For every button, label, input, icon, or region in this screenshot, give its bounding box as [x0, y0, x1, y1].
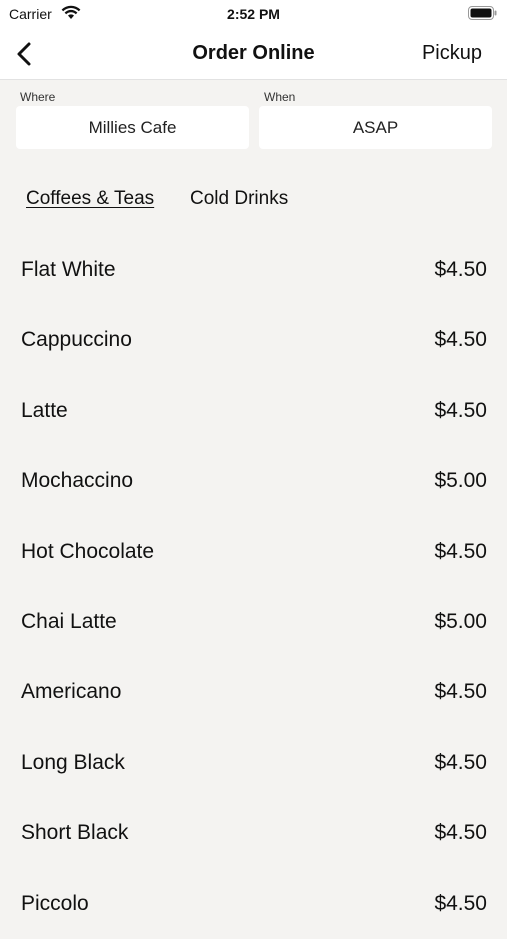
- tab-coffees-teas[interactable]: Coffees & Teas: [26, 188, 154, 210]
- menu-item[interactable]: Mochaccino $5.00: [0, 446, 507, 516]
- menu-item-name: Latte: [21, 398, 68, 422]
- menu-item-name: Hot Chocolate: [21, 539, 155, 563]
- menu-item-price: $4.50: [434, 891, 487, 915]
- menu-item[interactable]: Flat White $4.50: [0, 235, 507, 305]
- menu-item[interactable]: Cappuccino $4.50: [0, 305, 507, 375]
- menu-item-price: $4.50: [434, 680, 487, 704]
- menu-item-price: $4.50: [434, 750, 487, 774]
- when-label: When: [264, 90, 296, 104]
- menu-item-price: $4.50: [434, 328, 487, 352]
- menu-item-name: Flat White: [21, 258, 116, 281]
- tab-cold-drinks[interactable]: Cold Drinks: [190, 188, 288, 210]
- menu-item[interactable]: Chai Latte $5.00: [0, 587, 507, 657]
- menu-list: Flat White $4.50 Cappuccino $4.50 Latte …: [0, 235, 507, 939]
- pickup-button[interactable]: Pickup: [422, 42, 482, 65]
- when-field[interactable]: ASAP: [259, 106, 492, 149]
- where-field[interactable]: Millies Cafe: [16, 106, 249, 149]
- menu-item-name: Cappuccino: [21, 328, 132, 352]
- status-bar: Carrier 2:52 PM: [0, 0, 507, 28]
- menu-item[interactable]: Latte $4.50: [0, 376, 507, 446]
- menu-item-price: $5.00: [434, 469, 487, 493]
- menu-item-name: Piccolo: [21, 891, 89, 915]
- menu-item[interactable]: Americano $4.50: [0, 657, 507, 727]
- menu-item-price: $4.50: [434, 258, 487, 281]
- menu-item-price: $5.00: [434, 609, 487, 633]
- battery-icon: [468, 6, 498, 25]
- menu-item-name: Chai Latte: [21, 609, 117, 633]
- menu-item-price: $4.50: [434, 398, 487, 422]
- status-time: 2:52 PM: [227, 6, 280, 22]
- menu-item-name: Mochaccino: [21, 469, 134, 493]
- menu-item[interactable]: Hot Chocolate $4.50: [0, 517, 507, 587]
- menu-item[interactable]: Piccolo $4.50: [0, 869, 507, 939]
- menu-item-price: $4.50: [434, 539, 487, 563]
- menu-item-name: Short Black: [21, 821, 129, 845]
- menu-item[interactable]: Long Black $4.50: [0, 728, 507, 798]
- menu-item-price: $4.50: [434, 821, 487, 845]
- menu-item-name: Americano: [21, 680, 122, 704]
- navigation-bar: Order Online Pickup: [0, 28, 507, 80]
- where-label: Where: [20, 90, 56, 104]
- menu-item[interactable]: Short Black $4.50: [0, 798, 507, 868]
- menu-item-name: Long Black: [21, 750, 125, 774]
